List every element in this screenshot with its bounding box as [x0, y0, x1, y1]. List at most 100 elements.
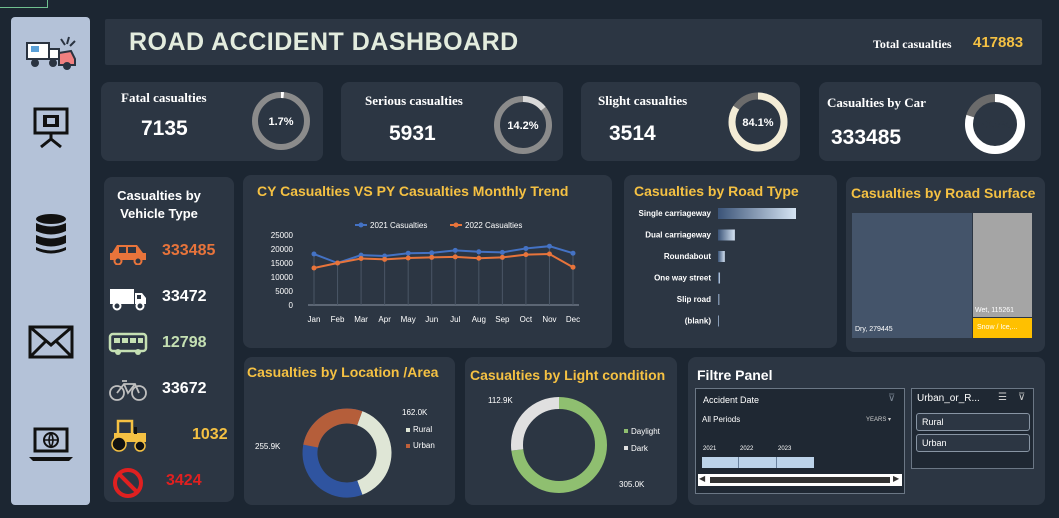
slicer-item-urban[interactable]: Urban [916, 434, 1030, 452]
laptop-globe-icon[interactable] [11, 427, 90, 463]
x-tick-label: Jun [425, 315, 438, 324]
no-entry-icon [113, 468, 143, 498]
x-tick-label: May [401, 315, 416, 324]
vehicle-value-bicycle: 33672 [162, 380, 207, 397]
data-point [429, 250, 435, 256]
y-tick-label: 15000 [271, 259, 294, 268]
x-tick-label: Oct [520, 315, 533, 324]
data-point [499, 249, 505, 255]
kpi-donut: 84.1% [728, 92, 788, 152]
location-donut-chart: 162.0K 255.9K Rural Urban [255, 408, 435, 498]
scroll-right-icon[interactable]: ▶ [893, 474, 899, 483]
x-tick-label: Jan [308, 315, 321, 324]
slicer-title: Urban_or_R... [917, 393, 980, 404]
urban-rural-slicer: Urban_or_R... ☰ ⊽ Rural Urban [911, 388, 1034, 469]
scroll-left-icon[interactable]: ◀ [699, 474, 705, 483]
road-type-label: Slip road [677, 295, 711, 304]
x-tick-label: Nov [542, 315, 556, 324]
multi-select-icon[interactable]: ☰ [998, 392, 1007, 403]
kpi-donut: 14.2% [494, 96, 552, 154]
kpi-label: Casualties by Car [827, 95, 926, 110]
road-surface-title: Casualties by Road Surface [851, 185, 1036, 201]
x-tick-label: Sep [495, 315, 510, 324]
vehicle-value-other: 3424 [166, 472, 202, 489]
road-type-label: One way street [654, 274, 711, 283]
x-tick-label: Jul [450, 315, 460, 324]
road-type-label: Single carriageway [639, 209, 712, 218]
chevron-down-icon: ▾ [888, 417, 892, 423]
data-point [452, 254, 458, 260]
treemap-snow-label: Snow / Ice,... [977, 324, 1018, 331]
data-point [499, 254, 505, 260]
timeline-unit-label: YEARS [866, 417, 887, 423]
timeline-selection-bar[interactable] [702, 457, 814, 468]
scroll-thumb[interactable] [710, 477, 890, 483]
timeline-periods: All Periods [702, 415, 741, 424]
kpi-value: 3514 [609, 122, 656, 145]
clear-filter-icon[interactable]: ⊽ [1018, 392, 1025, 403]
car-icon [110, 245, 146, 265]
database-icon[interactable] [11, 212, 90, 256]
location-label-urban: 255.9K [255, 442, 281, 451]
x-tick-label: Apr [378, 315, 391, 324]
vehicle-value-truck: 33472 [162, 288, 207, 305]
location-legend-rural: Rural [413, 425, 432, 434]
light-legend-dark: Dark [631, 444, 649, 453]
data-point [335, 260, 341, 266]
date-timeline[interactable]: Accident Date ⊽ All Periods YEARS ▾ 2021… [695, 388, 905, 494]
y-tick-label: 20000 [271, 245, 294, 254]
accident-icon[interactable] [11, 31, 90, 75]
sidebar [11, 17, 90, 505]
light-legend-daylight: Daylight [631, 427, 661, 436]
timeline-scrollbar[interactable]: ◀ ▶ [698, 474, 902, 486]
road-type-bar [718, 272, 721, 284]
data-point [546, 243, 552, 249]
bicycle-icon [109, 380, 147, 401]
slicer-item-label: Rural [922, 417, 944, 427]
legend-2021: 2021 Casualties [370, 221, 427, 230]
kpi-percent: 79.8% [979, 119, 1010, 131]
data-point [358, 256, 364, 262]
y-tick-label: 10000 [271, 273, 294, 282]
kpi-donut: 1.7% [252, 92, 310, 150]
total-casualties-value: 417883 [973, 34, 1024, 51]
data-point [570, 264, 576, 270]
data-point [405, 250, 411, 256]
kpi-label: Fatal casualties [121, 90, 207, 105]
treemap-dry-label: Dry, 279445 [855, 326, 893, 333]
kpi-percent: 1.7% [268, 116, 293, 128]
timeline-year-2022: 2022 [740, 446, 754, 452]
filter-title: Filtre Panel [697, 367, 773, 383]
data-point [476, 255, 482, 261]
data-point [382, 256, 388, 262]
road-type-bar [718, 294, 720, 305]
x-tick-label: Feb [331, 315, 345, 324]
kpi-label: Serious casualties [365, 93, 463, 108]
kpi-card-fatal: Fatal casualties 7135 1.7% [101, 82, 323, 161]
x-tick-label: Dec [566, 315, 580, 324]
monthly-trend-panel: CY Casualties VS PY Casualties Monthly T… [243, 175, 612, 348]
timeline-title: Accident Date [703, 395, 760, 405]
light-label-daylight: 305.0K [619, 480, 645, 489]
y-tick-label: 25000 [271, 231, 294, 240]
treemap-snow: Snow / Ice,... [973, 318, 1032, 338]
y-tick-label: 5000 [275, 287, 293, 296]
legend-2022: 2022 Casualties [465, 221, 522, 230]
data-point [476, 249, 482, 255]
road-type-bar [718, 251, 725, 262]
vehicle-title-line1: Casualties by [117, 188, 201, 203]
x-tick-label: Mar [354, 315, 368, 324]
data-point [523, 252, 529, 258]
presentation-icon[interactable] [11, 105, 90, 149]
treemap-dry: Dry, 279445 [852, 213, 972, 338]
slicer-item-rural[interactable]: Rural [916, 413, 1030, 431]
kpi-value: 333485 [831, 126, 902, 149]
mail-icon[interactable] [11, 325, 90, 359]
light-label-dark: 112.9K [488, 396, 513, 405]
road-type-bar [718, 229, 735, 241]
kpi-percent: 14.2% [507, 120, 538, 132]
clear-filter-icon[interactable]: ⊽ [888, 393, 900, 405]
filter-panel: Filtre Panel Accident Date ⊽ All Periods… [688, 357, 1045, 505]
timeline-unit[interactable]: YEARS ▾ [866, 416, 891, 423]
road-type-panel: Casualties by Road Type Single carriagew… [624, 175, 837, 348]
